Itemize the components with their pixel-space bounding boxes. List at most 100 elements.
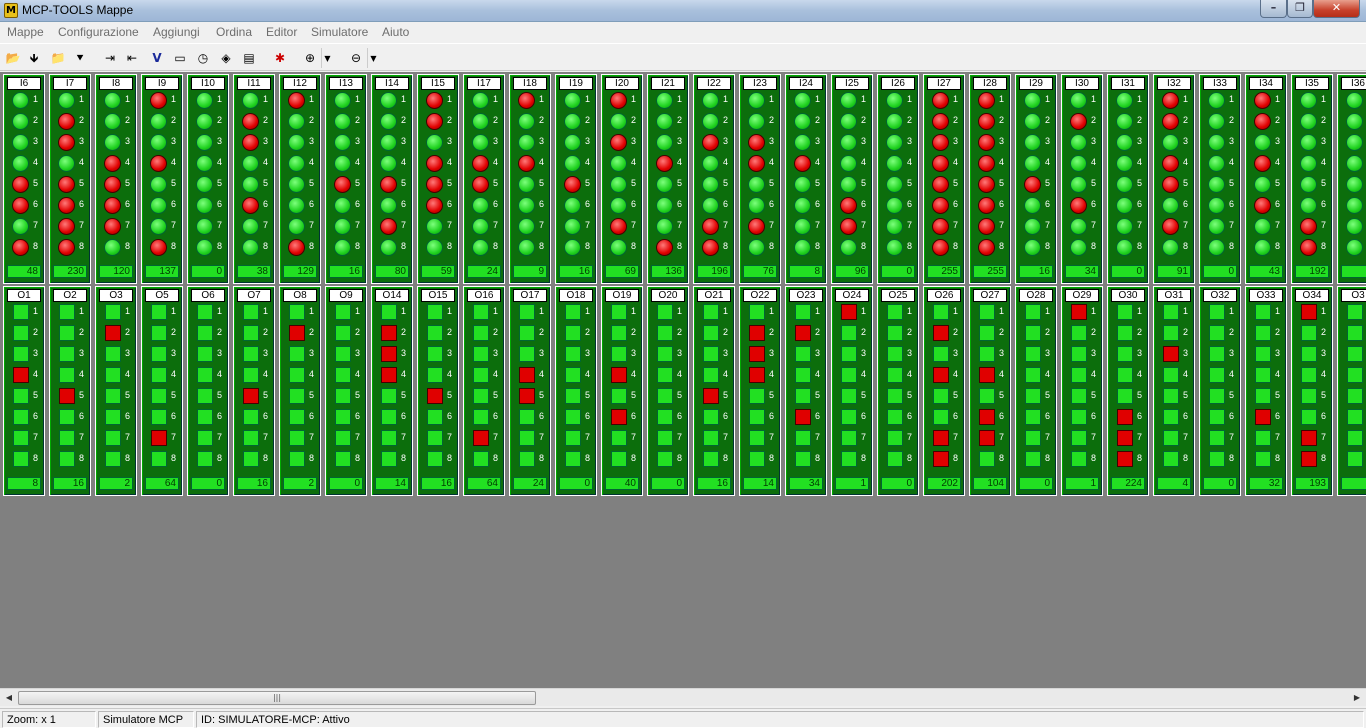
input-led[interactable]: [1024, 92, 1041, 109]
input-led[interactable]: [196, 197, 213, 214]
output-led[interactable]: [243, 409, 259, 425]
output-led[interactable]: [703, 325, 719, 341]
input-led[interactable]: [1024, 197, 1041, 214]
output-led[interactable]: [841, 367, 857, 383]
input-led[interactable]: [1024, 155, 1041, 172]
output-led[interactable]: [979, 367, 995, 383]
output-led[interactable]: [1347, 430, 1363, 446]
input-led[interactable]: [58, 134, 75, 151]
input-led[interactable]: [610, 218, 627, 235]
output-led[interactable]: [1163, 388, 1179, 404]
input-led[interactable]: [334, 92, 351, 109]
input-led[interactable]: [380, 176, 397, 193]
input-led[interactable]: [150, 134, 167, 151]
output-led[interactable]: [1117, 325, 1133, 341]
input-led[interactable]: [1300, 176, 1317, 193]
output-led[interactable]: [887, 304, 903, 320]
input-led[interactable]: [840, 155, 857, 172]
input-led[interactable]: [472, 239, 489, 256]
input-led[interactable]: [288, 92, 305, 109]
input-led[interactable]: [380, 239, 397, 256]
output-led[interactable]: [1025, 346, 1041, 362]
input-led[interactable]: [1162, 134, 1179, 151]
input-led[interactable]: [58, 113, 75, 130]
import-icon[interactable]: ⇥: [100, 48, 120, 68]
input-led[interactable]: [1116, 239, 1133, 256]
output-led[interactable]: [1301, 346, 1317, 362]
input-led[interactable]: [1346, 218, 1363, 235]
input-led[interactable]: [1024, 176, 1041, 193]
output-led[interactable]: [197, 409, 213, 425]
export-icon[interactable]: ⇤: [122, 48, 142, 68]
input-led[interactable]: [150, 218, 167, 235]
menu-configurazione[interactable]: Configurazione: [58, 25, 139, 39]
input-led[interactable]: [610, 134, 627, 151]
input-led[interactable]: [12, 113, 29, 130]
output-led[interactable]: [473, 430, 489, 446]
input-led[interactable]: [702, 218, 719, 235]
input-led[interactable]: [840, 113, 857, 130]
input-led[interactable]: [1070, 239, 1087, 256]
scroll-left-icon[interactable]: ◀: [2, 691, 16, 705]
input-led[interactable]: [748, 239, 765, 256]
output-led[interactable]: [243, 346, 259, 362]
input-led[interactable]: [748, 218, 765, 235]
output-led[interactable]: [933, 325, 949, 341]
output-led[interactable]: [887, 451, 903, 467]
input-led[interactable]: [12, 239, 29, 256]
output-led[interactable]: [933, 409, 949, 425]
output-led[interactable]: [749, 451, 765, 467]
input-led[interactable]: [518, 239, 535, 256]
output-led[interactable]: [381, 304, 397, 320]
output-led[interactable]: [749, 304, 765, 320]
input-led[interactable]: [472, 155, 489, 172]
output-led[interactable]: [59, 409, 75, 425]
input-led[interactable]: [1254, 239, 1271, 256]
input-led[interactable]: [150, 176, 167, 193]
output-led[interactable]: [1301, 388, 1317, 404]
input-led[interactable]: [380, 113, 397, 130]
output-led[interactable]: [749, 388, 765, 404]
input-led[interactable]: [1116, 113, 1133, 130]
input-led[interactable]: [1116, 92, 1133, 109]
output-led[interactable]: [335, 451, 351, 467]
save-pin-icon[interactable]: 🡻: [24, 48, 44, 68]
input-led[interactable]: [380, 155, 397, 172]
output-led[interactable]: [473, 325, 489, 341]
output-led[interactable]: [1117, 430, 1133, 446]
tool-icon[interactable]: ◈: [216, 48, 236, 68]
output-led[interactable]: [657, 304, 673, 320]
output-led[interactable]: [565, 367, 581, 383]
input-led[interactable]: [702, 92, 719, 109]
output-led[interactable]: [1255, 325, 1271, 341]
input-led[interactable]: [656, 155, 673, 172]
output-led[interactable]: [381, 325, 397, 341]
output-led[interactable]: [335, 304, 351, 320]
input-led[interactable]: [656, 113, 673, 130]
input-led[interactable]: [794, 218, 811, 235]
output-led[interactable]: [1347, 367, 1363, 383]
input-led[interactable]: [610, 92, 627, 109]
output-led[interactable]: [979, 325, 995, 341]
output-led[interactable]: [105, 409, 121, 425]
input-led[interactable]: [518, 218, 535, 235]
output-led[interactable]: [1025, 388, 1041, 404]
input-led[interactable]: [104, 155, 121, 172]
v-icon[interactable]: V: [147, 48, 167, 68]
output-led[interactable]: [657, 451, 673, 467]
input-led[interactable]: [104, 134, 121, 151]
output-led[interactable]: [13, 409, 29, 425]
output-led[interactable]: [657, 388, 673, 404]
output-led[interactable]: [59, 304, 75, 320]
output-led[interactable]: [1025, 367, 1041, 383]
output-led[interactable]: [335, 409, 351, 425]
output-led[interactable]: [749, 430, 765, 446]
input-led[interactable]: [518, 113, 535, 130]
output-led[interactable]: [1301, 430, 1317, 446]
input-led[interactable]: [748, 134, 765, 151]
output-led[interactable]: [611, 325, 627, 341]
output-led[interactable]: [1117, 346, 1133, 362]
output-led[interactable]: [151, 304, 167, 320]
output-led[interactable]: [887, 325, 903, 341]
input-led[interactable]: [656, 176, 673, 193]
